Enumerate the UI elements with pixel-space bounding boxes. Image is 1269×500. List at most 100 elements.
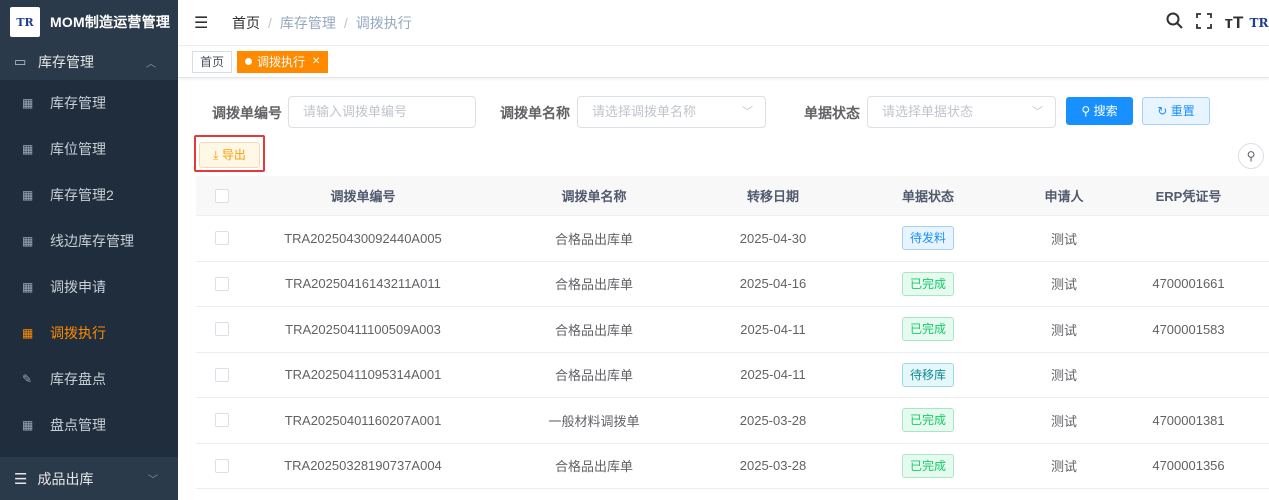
- cell-status: 待移库: [836, 362, 1020, 387]
- row-checkbox[interactable]: [215, 276, 229, 291]
- user-avatar[interactable]: TR: [1249, 16, 1269, 30]
- sidebar-group-inventory[interactable]: ▭ 库存管理 ︿: [0, 44, 178, 80]
- cell-user: 测试: [1050, 231, 1077, 247]
- row-checkbox[interactable]: [215, 458, 229, 473]
- sidebar-item-6[interactable]: ✎ 库存盘点: [0, 356, 178, 402]
- name-select[interactable]: 请选择调拨单名称 ﹀: [577, 96, 766, 128]
- cell-user: 测试: [1050, 322, 1077, 338]
- select-all-checkbox[interactable]: [215, 188, 229, 203]
- table-icon: ▦: [22, 326, 34, 340]
- sidebar-group-outbound[interactable]: ☰ 成品出库 ﹀: [0, 457, 178, 500]
- cell-name: 合格品出库单: [554, 231, 633, 247]
- tag-home[interactable]: 首页: [192, 50, 233, 73]
- search-form: 调拨单编号 请输入调拨单编号 调拨单名称 请选择调拨单名称 ﹀ 单据状态 请选择…: [178, 78, 1269, 140]
- row-select-cell: [196, 322, 248, 337]
- row-checkbox[interactable]: [215, 413, 229, 428]
- name-placeholder: 请选择调拨单名称: [592, 104, 697, 119]
- transfer-table: 调拨单编号 调拨单名称 转移日期 单据状态 申请人 ERP凭证号 TRA2025…: [196, 176, 1269, 489]
- sidebar-item-1[interactable]: ▦ 库位管理: [0, 126, 178, 172]
- cell-name: 合格品出库单: [554, 368, 633, 384]
- row-checkbox[interactable]: [215, 231, 229, 246]
- search-icon: ⚲: [1246, 149, 1256, 163]
- search-button[interactable]: ⚲ 搜索: [1066, 97, 1133, 125]
- row-checkbox[interactable]: [215, 322, 229, 337]
- table-row[interactable]: TRA20250411100509A003 合格品出库单 2025-04-11 已完成…: [196, 307, 1269, 353]
- menu-toggle-icon[interactable]: ☰: [194, 13, 210, 33]
- reset-button[interactable]: ↻ 重置: [1142, 97, 1210, 125]
- toggle-search-button[interactable]: ⚲: [1238, 143, 1264, 169]
- code-label: 调拨单编号: [212, 105, 282, 121]
- cell-name: 合格品出库单: [554, 322, 633, 338]
- table-icon: ▦: [22, 96, 34, 110]
- brand: TR MOM制造运营管理: [0, 0, 178, 44]
- logo: TR: [10, 7, 40, 37]
- sidebar-item-2[interactable]: ▦ 库存管理2: [0, 172, 178, 218]
- sidebar-item-label: 库位管理: [50, 141, 106, 157]
- breadcrumb-separator: /: [268, 14, 272, 31]
- sidebar-item-label: 库存管理2: [50, 187, 114, 203]
- header-date: 转移日期: [746, 189, 799, 204]
- cell-user: 测试: [1050, 368, 1077, 384]
- sidebar-item-0[interactable]: ▦ 库存管理: [0, 80, 178, 126]
- status-select[interactable]: 请选择单据状态 ﹀: [867, 96, 1056, 128]
- export-button[interactable]: ⤓ 导出: [199, 142, 260, 168]
- sidebar-item-label: 盘点管理: [50, 417, 106, 433]
- chevron-up-icon: ︿: [146, 58, 156, 70]
- table-row[interactable]: TRA20250328190737A004 合格品出库单 2025-03-28 已完成…: [196, 444, 1269, 489]
- chevron-down-icon: ﹀: [1032, 106, 1043, 118]
- sidebar-item-label: 调拨执行: [50, 325, 106, 341]
- reset-button-label: 重置: [1170, 104, 1195, 118]
- header-user: 申请人: [1044, 189, 1084, 204]
- search-button-label: 搜索: [1093, 104, 1118, 118]
- cell-erp: 4700001381: [1152, 412, 1225, 428]
- table-row[interactable]: TRA20250430092440A005 合格品出库单 2025-04-30 待发料…: [196, 216, 1269, 262]
- table-row[interactable]: TRA20250401160207A001 一般材料调拨单 2025-03-28 已完…: [196, 398, 1269, 444]
- table-row[interactable]: TRA20250416143211A011 合格品出库单 2025-04-16 已完成…: [196, 262, 1269, 307]
- status-badge: 待移库: [901, 362, 954, 387]
- search-icon: ⚲: [1081, 104, 1091, 118]
- status-placeholder: 请选择单据状态: [882, 104, 974, 119]
- font-size-icon[interactable]: тT: [1219, 13, 1249, 33]
- status-badge: 已完成: [901, 317, 954, 342]
- tag-transfer-execution[interactable]: 调拨执行 ✕: [237, 50, 329, 73]
- breadcrumb-inventory: 库存管理: [279, 14, 336, 31]
- sidebar-item-3[interactable]: ▦ 线边库存管理: [0, 218, 178, 264]
- table-icon: ▦: [22, 142, 34, 156]
- close-icon[interactable]: ✕: [312, 52, 320, 72]
- table-icon: ▦: [22, 234, 34, 248]
- breadcrumb: 首页 / 库存管理 / 调拨执行: [232, 13, 412, 33]
- cell-user: 测试: [1050, 277, 1077, 293]
- table-icon: ▦: [22, 418, 34, 432]
- sidebar-item-7[interactable]: ▦ 盘点管理: [0, 402, 178, 448]
- sidebar-item-5[interactable]: ▦ 调拨执行: [0, 310, 178, 356]
- export-button-label: 导出: [221, 148, 246, 162]
- header-status: 单据状态: [901, 189, 954, 204]
- status-badge: 已完成: [901, 271, 954, 296]
- cell-erp: 4700001661: [1152, 276, 1225, 292]
- monitor-icon: ▭: [14, 54, 27, 69]
- search-icon[interactable]: [1159, 12, 1189, 34]
- cell-date: 2025-04-11: [740, 367, 806, 383]
- header-code: 调拨单编号: [330, 189, 396, 204]
- cell-user: 测试: [1050, 459, 1077, 475]
- cell-code: TRA20250411095314A001: [284, 367, 442, 383]
- breadcrumb-home[interactable]: 首页: [232, 13, 260, 33]
- cell-status: 已完成: [836, 317, 1020, 342]
- row-checkbox[interactable]: [215, 367, 229, 382]
- row-select-cell: [196, 413, 248, 428]
- status-badge: 待发料: [901, 226, 954, 251]
- sidebar-item-4[interactable]: ▦ 调拨申请: [0, 264, 178, 310]
- breadcrumb-separator: /: [343, 14, 348, 31]
- fullscreen-icon[interactable]: [1189, 12, 1219, 34]
- cell-status: 已完成: [836, 408, 1020, 433]
- select-all-cell: [196, 188, 248, 203]
- table-row[interactable]: TRA20250411095314A001 合格品出库单 2025-04-11 待移库…: [196, 353, 1269, 398]
- cell-date: 2025-04-11: [740, 321, 806, 337]
- table-header: 调拨单编号 调拨单名称 转移日期 单据状态 申请人 ERP凭证号: [196, 176, 1269, 216]
- tags-view: 首页 调拨执行 ✕: [178, 46, 1269, 78]
- row-select-cell: [196, 367, 248, 382]
- cell-date: 2025-04-16: [739, 276, 807, 292]
- list-icon: ☰: [14, 470, 28, 488]
- code-input[interactable]: 请输入调拨单编号: [288, 96, 476, 128]
- cell-code: TRA20250416143211A011: [285, 276, 441, 292]
